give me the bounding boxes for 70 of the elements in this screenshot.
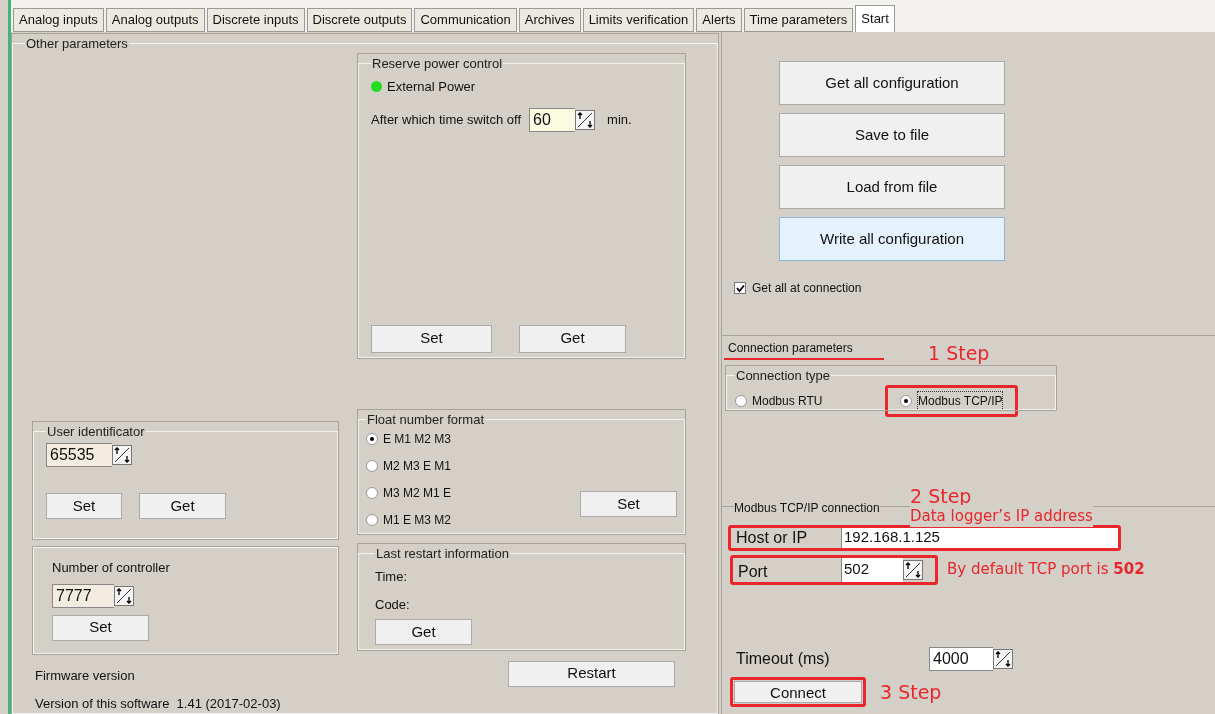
spinner-icon[interactable] [114, 585, 134, 606]
button[interactable]: Set [371, 324, 492, 353]
spinner-icon[interactable] [993, 648, 1013, 669]
spinner-icon[interactable] [903, 559, 923, 580]
step-annotation: 1 Step [928, 341, 990, 366]
group-title: Number of controller [52, 559, 171, 578]
tab[interactable]: Time parameters [743, 8, 854, 32]
button[interactable]: Get all configuration [779, 61, 1005, 105]
section-title: Connection parameters [728, 341, 853, 355]
radio-label: M1 E M3 M2 [383, 512, 451, 529]
host-field[interactable]: 192.168.1.125 [841, 527, 1118, 548]
button[interactable]: Set [52, 614, 149, 641]
time-label: Time: [375, 568, 409, 586]
code-label: Code: [375, 595, 411, 614]
tab[interactable]: Alerts [696, 8, 742, 32]
port-annotation: By default TCP port is 502 [947, 559, 1145, 581]
button[interactable]: Get [139, 493, 226, 519]
checkbox-label: Get all at connection [752, 280, 862, 297]
tab[interactable]: Discrete inputs [206, 8, 305, 32]
radio-button[interactable] [900, 395, 912, 407]
switch-off-label: After which time switch off [371, 110, 522, 129]
group-title: User identificator [46, 422, 146, 441]
port-field[interactable]: 502 [841, 557, 903, 582]
number-field[interactable]: 60 [529, 107, 576, 132]
tab[interactable]: Communication [414, 8, 517, 32]
spinner-icon[interactable] [112, 445, 132, 465]
group-title: Connection type [735, 366, 831, 385]
tab[interactable]: Limits verification [582, 8, 695, 32]
tab[interactable]: Analog outputs [105, 8, 205, 32]
radio-button[interactable] [366, 514, 378, 526]
radio-button[interactable] [366, 433, 378, 445]
button[interactable]: Load from file [779, 165, 1005, 209]
group-title: Other parameters [25, 35, 129, 53]
radio-label: Modbus RTU [752, 393, 823, 410]
tab[interactable]: Analog inputs [13, 8, 104, 32]
tab[interactable]: Start [855, 5, 895, 32]
radio-label: Modbus TCP/IP [917, 391, 1004, 411]
button[interactable]: Save to file [779, 113, 1005, 157]
firmware-label: Firmware version [35, 667, 136, 685]
button[interactable]: Connect [734, 680, 862, 703]
button[interactable]: Set [580, 491, 677, 517]
radio-label: M2 M3 E M1 [383, 458, 451, 475]
group-title: Reserve power control [371, 54, 504, 73]
unit-label: min. [607, 110, 632, 129]
ip-annotation: Data logger’s IP address [910, 504, 1093, 527]
button[interactable]: Restart [508, 660, 675, 687]
checkbox[interactable] [734, 282, 746, 294]
tab[interactable]: Archives [518, 8, 581, 32]
step-annotation: 3 Step [880, 679, 942, 705]
timeout-field[interactable]: 4000 [929, 646, 993, 671]
host-label: Host or IP [735, 527, 809, 548]
button[interactable]: Write all configuration [779, 217, 1005, 261]
power-status-label: External Power [387, 78, 476, 96]
radio-button[interactable] [735, 395, 747, 407]
software-version: Version of this software 1.41 (2017-02-03) [35, 694, 282, 713]
radio-button[interactable] [366, 487, 378, 499]
spinner-icon[interactable] [575, 109, 596, 130]
radio-button[interactable] [366, 460, 378, 472]
radio-label: E M1 M2 M3 [383, 431, 451, 448]
radio-label: M3 M2 M1 E [383, 485, 451, 502]
button[interactable]: Set [46, 493, 122, 519]
button[interactable]: Get [519, 324, 626, 353]
button[interactable]: Get [375, 619, 472, 645]
number-field[interactable]: 65535 [46, 443, 112, 467]
number-field[interactable]: 7777 [52, 583, 114, 608]
group-title: Float number format [366, 410, 486, 429]
tab[interactable]: Discrete outputs [306, 8, 413, 32]
timeout-label: Timeout (ms) [736, 648, 831, 669]
group-title: Last restart information [375, 544, 510, 563]
port-label: Port [737, 561, 769, 582]
